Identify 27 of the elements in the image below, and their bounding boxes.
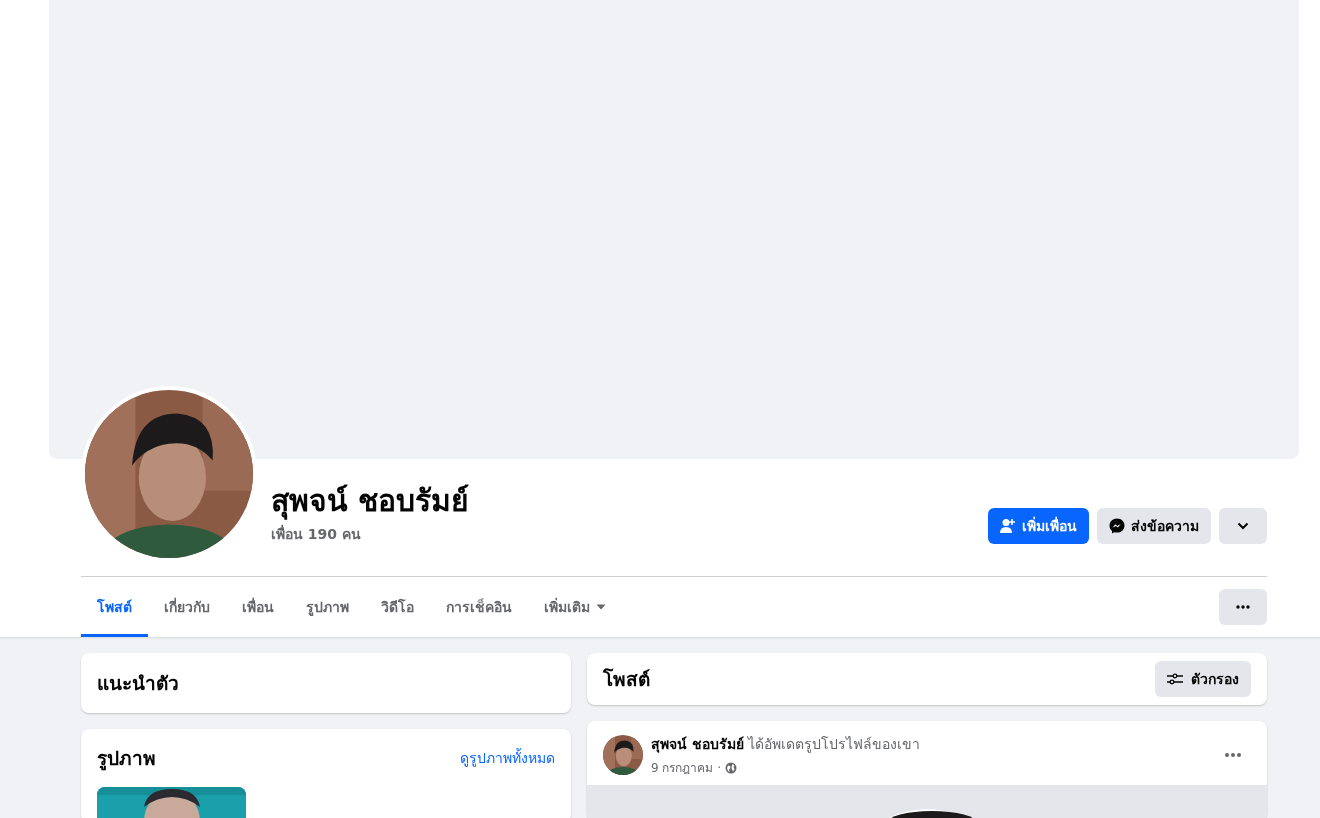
filter-button[interactable]: ตัวกรอง: [1155, 661, 1251, 697]
card-title: โพสต์: [603, 667, 650, 692]
sliders-icon: [1167, 673, 1183, 685]
see-all-photos-link[interactable]: ดูรูปภาพทั้งหมด: [460, 747, 555, 769]
profile-tab[interactable]: เพิ่มเติม: [528, 577, 622, 637]
profile-tab[interactable]: เกี่ยวกับ: [148, 577, 226, 637]
globe-icon: [725, 761, 738, 774]
post-date[interactable]: 9 กรกฎาคม ·: [651, 758, 722, 777]
profile-tab[interactable]: โพสต์: [81, 577, 148, 637]
caret-icon: [596, 604, 606, 610]
more-icon: [1225, 753, 1241, 757]
messenger-icon: [1109, 518, 1125, 534]
profile-tab[interactable]: วิดีโอ: [365, 577, 430, 637]
more-icon: [1236, 605, 1250, 609]
chevron-down-icon: [1237, 522, 1249, 530]
profile-tab[interactable]: การเช็คอิน: [430, 577, 528, 637]
message-button[interactable]: ส่งข้อความ: [1097, 508, 1211, 544]
more-button[interactable]: [1219, 589, 1267, 625]
post-headline: สุพจน์ ชอบรัมย์ ได้อัพเดตรูปโปรไฟล์ของเขา: [651, 735, 922, 755]
add-person-icon: [1000, 518, 1016, 534]
profile-tab[interactable]: เพื่อน: [226, 577, 290, 637]
card-title: แนะนำตัว: [97, 671, 179, 696]
card-title: รูปภาพ: [97, 746, 156, 773]
profile-name: สุพจน์ ชอบรัมย์: [271, 483, 471, 519]
profile-tab[interactable]: รูปภาพ: [290, 577, 365, 637]
add-friend-button[interactable]: เพิ่มเพื่อน: [988, 508, 1089, 544]
friend-count[interactable]: เพื่อน 190 คน: [271, 523, 988, 545]
